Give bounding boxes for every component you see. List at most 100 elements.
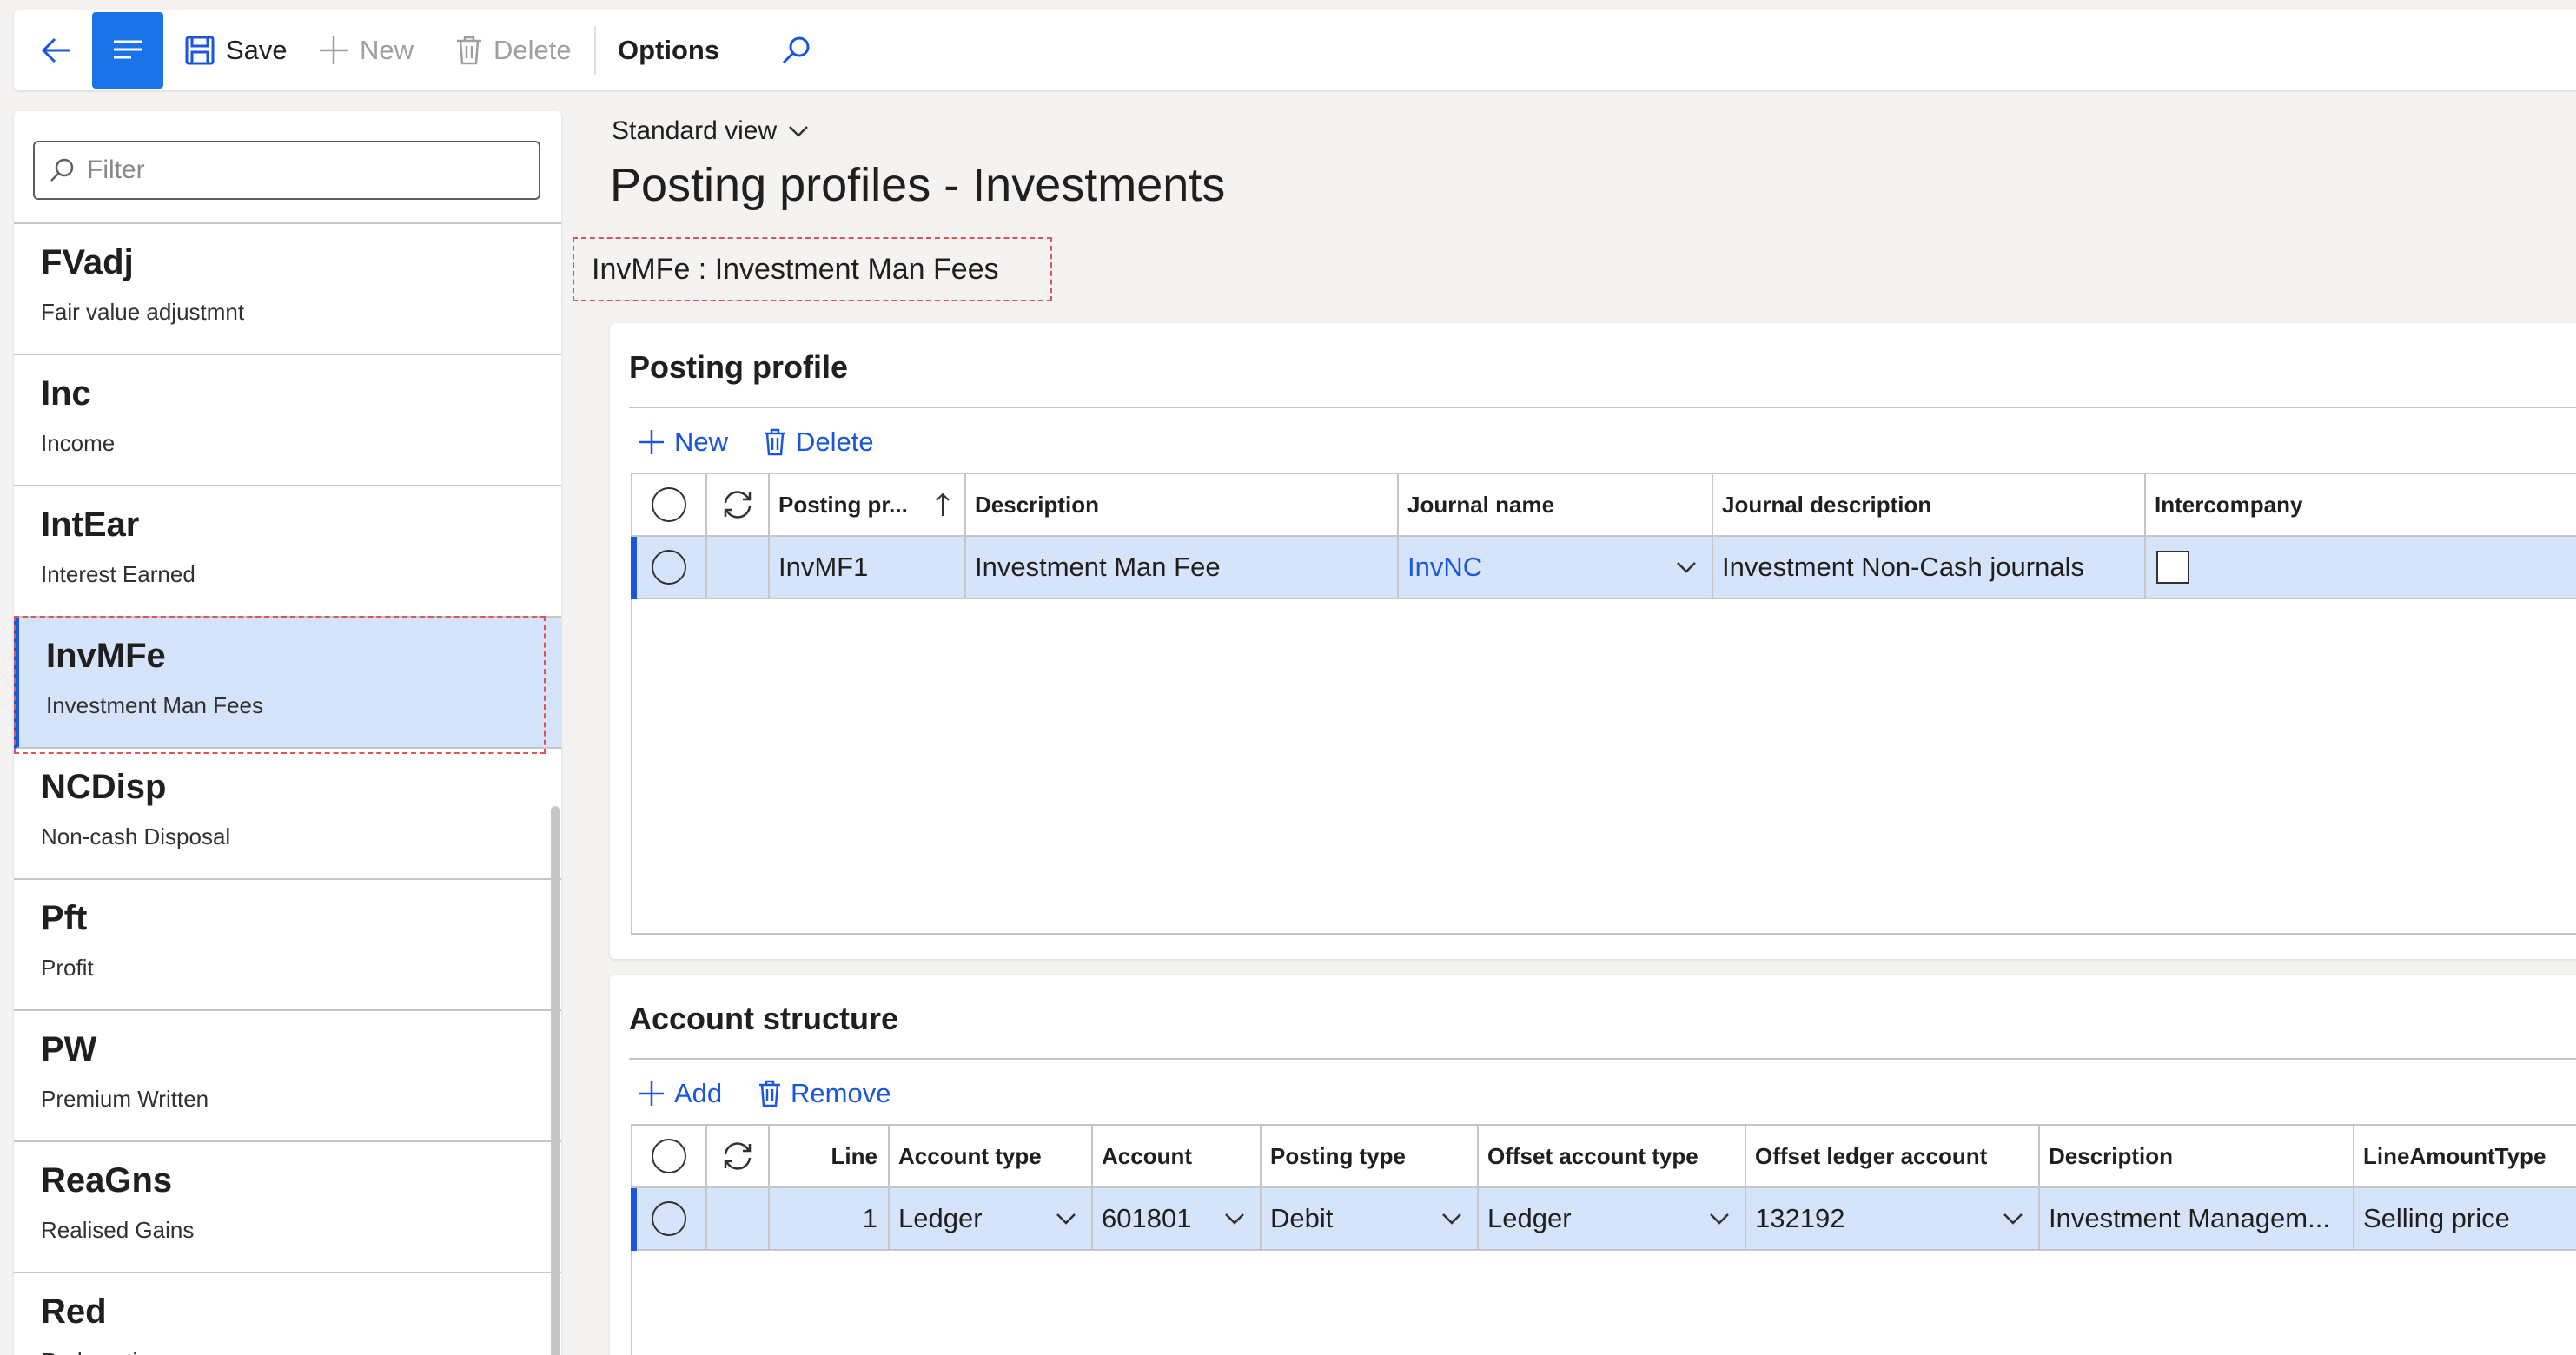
journal-name-dropdown[interactable]: InvNC <box>1399 537 1713 598</box>
column-header-posting-type[interactable]: Posting type <box>1262 1126 1479 1186</box>
back-button[interactable] <box>31 10 92 90</box>
row-select-cell[interactable] <box>632 1188 707 1249</box>
menu-lines-icon <box>110 33 145 68</box>
list-item-code: Red <box>41 1292 107 1331</box>
column-header-posting-profile[interactable]: Posting pr... <box>770 474 966 535</box>
select-all-cell[interactable] <box>632 1126 707 1186</box>
select-all-radio[interactable] <box>652 487 686 522</box>
list-item[interactable]: ReaGns Realised Gains <box>14 1142 561 1273</box>
refresh-cell[interactable] <box>707 1126 770 1186</box>
action-menu-button[interactable] <box>92 12 163 89</box>
delete-button[interactable]: Delete <box>455 10 572 90</box>
row-select-cell[interactable] <box>632 537 707 598</box>
journal-name-link[interactable]: InvNC <box>1407 552 1482 583</box>
plus-icon <box>638 1080 666 1107</box>
row-select-radio[interactable] <box>652 550 686 585</box>
column-header-description[interactable]: Description <box>2040 1126 2354 1186</box>
new-label: New <box>360 35 414 65</box>
column-header-line-amount-type[interactable]: LineAmountType <box>2354 1126 2576 1186</box>
list-item-description: Non-cash Disposal <box>41 823 231 849</box>
column-header-offset-ledger-account[interactable]: Offset ledger account <box>1746 1126 2040 1186</box>
journal-description-cell[interactable]: Investment Non-Cash journals <box>1713 537 2146 598</box>
list-item[interactable]: IntEar Interest Earned <box>14 486 561 618</box>
record-title: InvMFe : Investment Man Fees <box>573 237 1052 301</box>
list-item[interactable]: Inc Income <box>14 355 561 486</box>
list-item-code: Inc <box>41 374 91 413</box>
list-item[interactable]: FVadj Fair value adjustmnt <box>14 224 561 355</box>
list-item-description: Fair value adjustmnt <box>41 299 245 325</box>
trash-icon <box>763 428 787 456</box>
chevron-down-icon[interactable] <box>1708 1207 1731 1230</box>
list-item[interactable]: PW Premium Written <box>14 1011 561 1142</box>
search-icon <box>780 35 811 66</box>
remove-button[interactable]: Remove <box>758 1072 891 1115</box>
row-select-radio[interactable] <box>652 1201 686 1236</box>
list-item[interactable]: Pft Profit <box>14 880 561 1011</box>
column-header-line[interactable]: Line <box>770 1126 890 1186</box>
list-item-code: PW <box>41 1030 97 1068</box>
column-header-account-type[interactable]: Account type <box>890 1126 1093 1186</box>
list-item-selected[interactable]: InvMFe Investment Man Fees <box>14 616 561 754</box>
list-item-description: Premium Written <box>41 1086 209 1112</box>
intercompany-cell[interactable] <box>2146 537 2576 598</box>
table-row[interactable]: InvMF1 Investment Man Fee InvNC Investme… <box>631 537 2576 599</box>
chevron-down-icon[interactable] <box>1675 556 1698 578</box>
posting-type-dropdown[interactable]: Debit <box>1262 1188 1479 1249</box>
column-header-account[interactable]: Account <box>1093 1126 1262 1186</box>
plus-icon <box>318 35 349 66</box>
intercompany-checkbox[interactable] <box>2156 551 2189 584</box>
save-button[interactable]: Save <box>184 10 288 90</box>
action-pane: Save New Delete Options <box>14 10 2576 90</box>
select-all-cell[interactable] <box>632 474 707 535</box>
column-header-offset-account-type[interactable]: Offset account type <box>1479 1126 1746 1186</box>
chevron-down-icon[interactable] <box>1055 1207 1077 1230</box>
posting-profile-title: Posting profile <box>629 349 848 385</box>
offset-ledger-account-dropdown[interactable]: 132192 <box>1746 1188 2040 1249</box>
account-type-value: Ledger <box>898 1203 983 1233</box>
account-type-dropdown[interactable]: Ledger <box>890 1188 1093 1249</box>
list-item[interactable]: NCDisp Non-cash Disposal <box>14 749 561 880</box>
trash-icon <box>758 1080 782 1107</box>
column-header-journal-name[interactable]: Journal name <box>1399 474 1713 535</box>
view-selector[interactable]: Standard view <box>612 116 810 146</box>
list-item-code: NCDisp <box>41 768 167 806</box>
save-label: Save <box>226 35 288 65</box>
description-cell[interactable]: Investment Managem... <box>2040 1188 2354 1249</box>
new-button[interactable]: New <box>318 10 414 90</box>
options-tab[interactable]: Options <box>618 10 719 90</box>
list-item-code: InvMFe <box>46 637 166 675</box>
description-cell[interactable]: Investment Man Fee <box>966 537 1399 598</box>
offset-account-type-dropdown[interactable]: Ledger <box>1479 1188 1746 1249</box>
list-scrollbar[interactable] <box>551 806 560 1355</box>
account-dropdown[interactable]: 601801 <box>1093 1188 1262 1249</box>
posting-profile-cell[interactable]: InvMF1 <box>770 537 966 598</box>
row-empty-cell <box>707 537 770 598</box>
grid-header-row: Line Account type Account Posting type O… <box>632 1126 2576 1188</box>
account-structure-section: Account structure Add Remove Line Accoun… <box>610 975 2576 1355</box>
grid-delete-label: Delete <box>796 426 874 457</box>
posting-type-value: Debit <box>1270 1203 1334 1233</box>
grid-new-button[interactable]: New <box>638 420 728 464</box>
select-all-radio[interactable] <box>652 1139 686 1173</box>
filter-box[interactable] <box>33 141 540 200</box>
chevron-down-icon[interactable] <box>1440 1207 1463 1230</box>
search-button[interactable] <box>770 10 822 90</box>
posting-profile-section: Posting profile New Delete Posting pr... <box>610 323 2576 959</box>
filter-input[interactable] <box>87 155 521 185</box>
column-header-intercompany[interactable]: Intercompany <box>2146 474 2576 535</box>
column-header-journal-description[interactable]: Journal description <box>1713 474 2146 535</box>
page-title: Posting profiles - Investments <box>610 159 1226 211</box>
list-item-description: Realised Gains <box>41 1217 195 1243</box>
list-item[interactable]: Red Redemption <box>14 1273 561 1355</box>
table-row[interactable]: 1 Ledger 601801 Debit Ledger 132192 Inve… <box>631 1188 2576 1251</box>
column-header-description[interactable]: Description <box>966 474 1399 535</box>
line-cell[interactable]: 1 <box>770 1188 890 1249</box>
refresh-cell[interactable] <box>707 474 770 535</box>
list-item-code: FVadj <box>41 243 134 281</box>
chevron-down-icon[interactable] <box>2002 1207 2024 1230</box>
offset-ledger-account-value: 132192 <box>1755 1203 1845 1233</box>
line-amount-type-cell[interactable]: Selling price <box>2354 1188 2576 1249</box>
grid-delete-button[interactable]: Delete <box>763 420 874 464</box>
chevron-down-icon[interactable] <box>1223 1207 1246 1230</box>
add-button[interactable]: Add <box>638 1072 722 1115</box>
